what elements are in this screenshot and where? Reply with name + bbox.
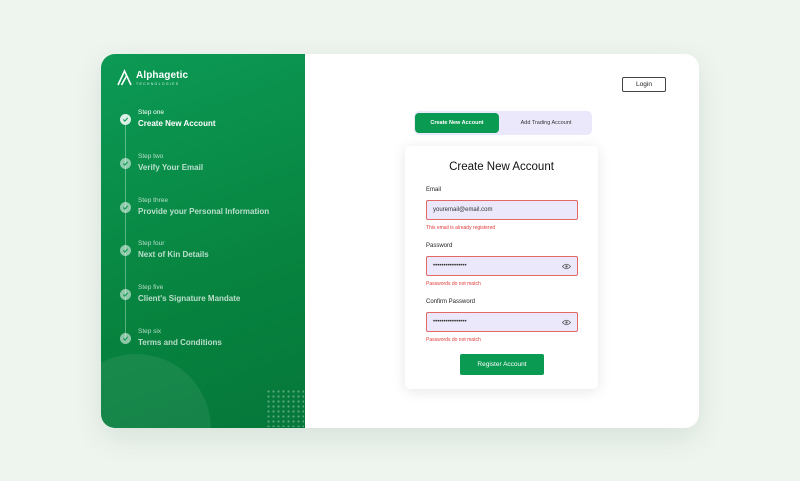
signup-card: Alphagetic TECHNOLOGIES Step one Create … xyxy=(101,54,699,428)
password-value: •••••••••••••••• xyxy=(433,263,467,269)
step-number: Step five xyxy=(138,284,164,291)
step-title: Terms and Conditions xyxy=(138,338,222,347)
email-value: youremail@email.com xyxy=(433,207,493,213)
step-title: Next of Kin Details xyxy=(138,250,209,259)
account-type-tabs: Create New Account Add Trading Account xyxy=(414,111,592,135)
check-icon xyxy=(120,333,131,344)
email-label: Email xyxy=(426,187,442,193)
step-list: Step one Create New Account Step two Ver… xyxy=(101,54,305,428)
tab-create-new-account[interactable]: Create New Account xyxy=(415,113,499,133)
email-error: This email is already registered xyxy=(426,225,496,231)
step-number: Step four xyxy=(138,240,165,247)
confirm-password-label: Confirm Password xyxy=(426,299,476,305)
step-6: Step six Terms and Conditions xyxy=(120,328,300,358)
check-icon xyxy=(120,289,131,300)
step-title: Create New Account xyxy=(138,119,216,128)
password-error: Passwords do not match xyxy=(426,281,481,287)
confirm-password-field[interactable]: •••••••••••••••• xyxy=(426,312,578,332)
signup-form: Create New Account Email youremail@email… xyxy=(405,146,598,389)
check-icon xyxy=(120,245,131,256)
login-button[interactable]: Login xyxy=(622,77,666,92)
check-icon xyxy=(120,202,131,213)
form-title: Create New Account xyxy=(449,161,554,173)
check-icon xyxy=(120,114,131,125)
step-3: Step three Provide your Personal Informa… xyxy=(120,197,300,227)
step-number: Step six xyxy=(138,328,162,335)
step-title: Provide your Personal Information xyxy=(138,207,270,216)
step-1: Step one Create New Account xyxy=(120,109,300,139)
step-title: Client's Signature Mandate xyxy=(138,294,241,303)
step-4: Step four Next of Kin Details xyxy=(120,240,300,270)
step-2: Step two Verify Your Email xyxy=(120,153,300,183)
step-number: Step three xyxy=(138,197,168,204)
check-icon xyxy=(120,158,131,169)
steps-sidebar: Alphagetic TECHNOLOGIES Step one Create … xyxy=(101,54,305,428)
tab-add-trading-account[interactable]: Add Trading Account xyxy=(504,113,588,133)
step-5: Step five Client's Signature Mandate xyxy=(120,284,300,314)
eye-icon[interactable] xyxy=(562,319,571,326)
step-number: Step two xyxy=(138,153,164,160)
confirm-password-error: Passwords do not match xyxy=(426,337,481,343)
eye-icon[interactable] xyxy=(562,263,571,270)
password-label: Password xyxy=(426,243,453,249)
email-field[interactable]: youremail@email.com xyxy=(426,200,578,220)
step-title: Verify Your Email xyxy=(138,163,204,172)
step-number: Step one xyxy=(138,109,165,116)
password-field[interactable]: •••••••••••••••• xyxy=(426,256,578,276)
register-account-button[interactable]: Register Account xyxy=(460,354,544,375)
confirm-password-value: •••••••••••••••• xyxy=(433,319,467,325)
